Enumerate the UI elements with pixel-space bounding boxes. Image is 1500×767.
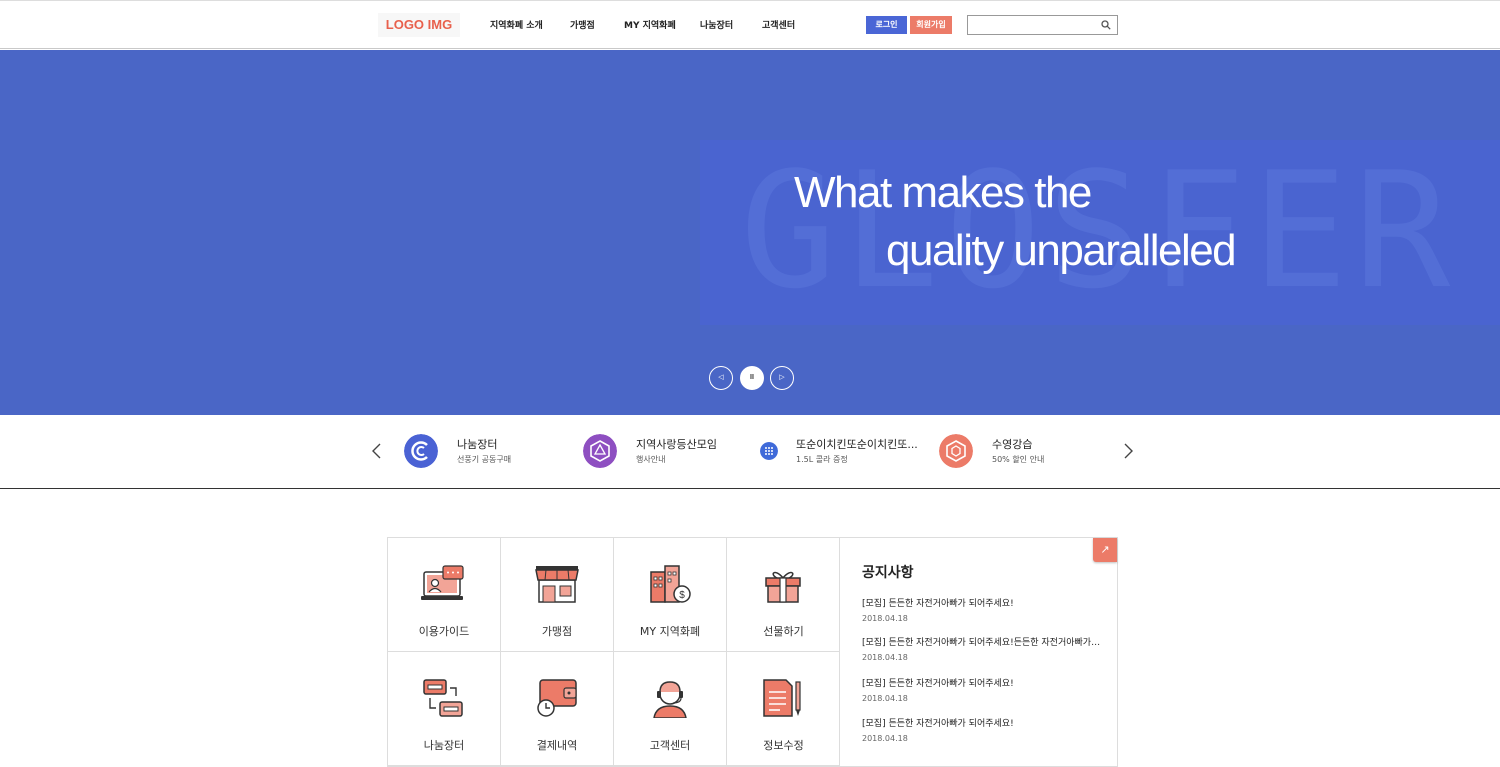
hero-title-line1: What makes the <box>794 168 1092 217</box>
ticker-item-title: 지역사랑등산모임 <box>636 438 717 451</box>
ticker-next-icon[interactable] <box>1121 442 1135 460</box>
notice-panel: 공지사항 ↗ [모집] 든든한 자전거아빠가 되어주세요! 2018.04.18… <box>840 537 1118 767</box>
svg-text:$: $ <box>679 590 685 601</box>
menu-label: 결제내역 <box>536 739 578 752</box>
menu-payments[interactable]: 결제내역 <box>501 652 614 766</box>
join-button[interactable]: 회원가입 <box>910 16 952 34</box>
menu-gift[interactable]: 선물하기 <box>727 538 840 652</box>
menu-label: 고객센터 <box>649 739 691 752</box>
notice-item[interactable]: [모집] 든든한 자전거아빠가 되어주세요! 2018.04.18 <box>862 716 1102 743</box>
notice-item[interactable]: [모집] 든든한 자전거아빠가 되어주세요! 2018.04.18 <box>862 596 1102 623</box>
login-button[interactable]: 로그인 <box>866 16 907 34</box>
notice-item-date: 2018.04.18 <box>862 614 908 623</box>
ticker-c-icon <box>404 434 438 468</box>
ticker-hexagon-icon <box>583 434 617 468</box>
notice-item-date: 2018.04.18 <box>862 694 908 703</box>
laptop-chat-icon <box>421 565 464 600</box>
hero-title-line2: quality unparalleled <box>886 226 1237 275</box>
ticker-item-sub: 50% 할인 안내 <box>992 455 1045 464</box>
ticker-item-sub: 선풍기 공동구매 <box>457 455 512 464</box>
slide-next-button[interactable]: ▷ <box>770 366 794 390</box>
search-icon[interactable] <box>1101 20 1111 30</box>
menu-stores[interactable]: 가맹점 <box>501 538 614 652</box>
ticker-prev-icon[interactable] <box>370 442 384 460</box>
notice-title: 공지사항 <box>862 565 914 581</box>
notice-item-text: [모집] 든든한 자전거아빠가 되어주세요! <box>862 599 1014 609</box>
search-box <box>967 15 1118 35</box>
ticker-item-sub: 1.5L 콜라 증정 <box>796 455 848 464</box>
nav-item-market[interactable]: 나눔장터 <box>700 18 733 31</box>
menu-my-currency[interactable]: $ MY 지역화폐 <box>614 538 727 652</box>
nav-item-stores[interactable]: 가맹점 <box>570 18 595 31</box>
hero-banner: GLOSFER DEMO What makes the quality unpa… <box>0 50 1500 415</box>
ticker-item-title: 또순이치킨또순이치킨또... <box>796 438 918 451</box>
logo[interactable]: LOGO IMG <box>378 13 460 37</box>
quick-menu-grid: 이용가이드 가맹점 $ MY 지역화폐 선물하기 나눔장터 결제내역 고객센터 … <box>387 537 840 767</box>
event-ticker: 나눔장터 선풍기 공동구매 지역사랑등산모임 행사안내 또순이치킨또순이치킨또.… <box>0 415 1500 489</box>
slide-pause-button[interactable]: II <box>740 366 764 390</box>
notice-item-date: 2018.04.18 <box>862 734 908 743</box>
ticker-grid-icon <box>760 442 778 460</box>
menu-label: 정보수정 <box>763 739 804 752</box>
notice-item-text: [모집] 든든한 자전거아빠가 되어주세요!든든한 자전거아빠가 되... <box>862 638 1102 648</box>
notice-item-date: 2018.04.18 <box>862 653 908 662</box>
nav-item-my-currency[interactable]: MY 지역화폐 <box>624 18 676 31</box>
menu-edit-info[interactable]: 정보수정 <box>727 652 840 766</box>
ticker-item-title: 나눔장터 <box>457 438 498 451</box>
menu-label: 나눔장터 <box>423 739 465 752</box>
menu-label: 선물하기 <box>763 625 804 638</box>
building-coin-icon: $ <box>650 565 691 603</box>
menu-label: MY 지역화폐 <box>639 625 701 638</box>
site-header: LOGO IMG 지역화폐 소개 가맹점 MY 지역화폐 나눔장터 고객센터 로… <box>0 0 1500 49</box>
ticker-cube-icon <box>939 434 973 468</box>
ticker-item-title: 수영강습 <box>992 438 1033 451</box>
slide-prev-button[interactable]: ◁ <box>709 366 733 390</box>
notice-more-button[interactable]: ↗ <box>1093 538 1117 562</box>
document-pen-icon <box>763 679 801 717</box>
nav-item-support[interactable]: 고객센터 <box>762 18 795 31</box>
notice-item[interactable]: [모집] 든든한 자전거아빠가 되어주세요!든든한 자전거아빠가 되... 20… <box>862 635 1102 662</box>
notice-item-text: [모집] 든든한 자전거아빠가 되어주세요! <box>862 679 1014 689</box>
headset-agent-icon <box>653 681 687 718</box>
menu-support[interactable]: 고객센터 <box>614 652 727 766</box>
store-icon <box>535 566 579 603</box>
search-input[interactable] <box>970 17 1098 33</box>
ticker-item-sub: 행사안내 <box>636 455 666 464</box>
wallet-clock-icon <box>537 679 577 717</box>
menu-label: 가맹점 <box>541 625 573 638</box>
menu-label: 이용가이드 <box>418 625 470 638</box>
nav-item-intro[interactable]: 지역화폐 소개 <box>490 18 543 31</box>
notice-item[interactable]: [모집] 든든한 자전거아빠가 되어주세요! 2018.04.18 <box>862 676 1102 703</box>
menu-guide[interactable]: 이용가이드 <box>388 538 501 652</box>
menu-market[interactable]: 나눔장터 <box>388 652 501 766</box>
notice-item-text: [모집] 든든한 자전거아빠가 되어주세요! <box>862 719 1014 729</box>
gift-icon <box>765 571 801 603</box>
exchange-cards-icon <box>423 679 463 717</box>
